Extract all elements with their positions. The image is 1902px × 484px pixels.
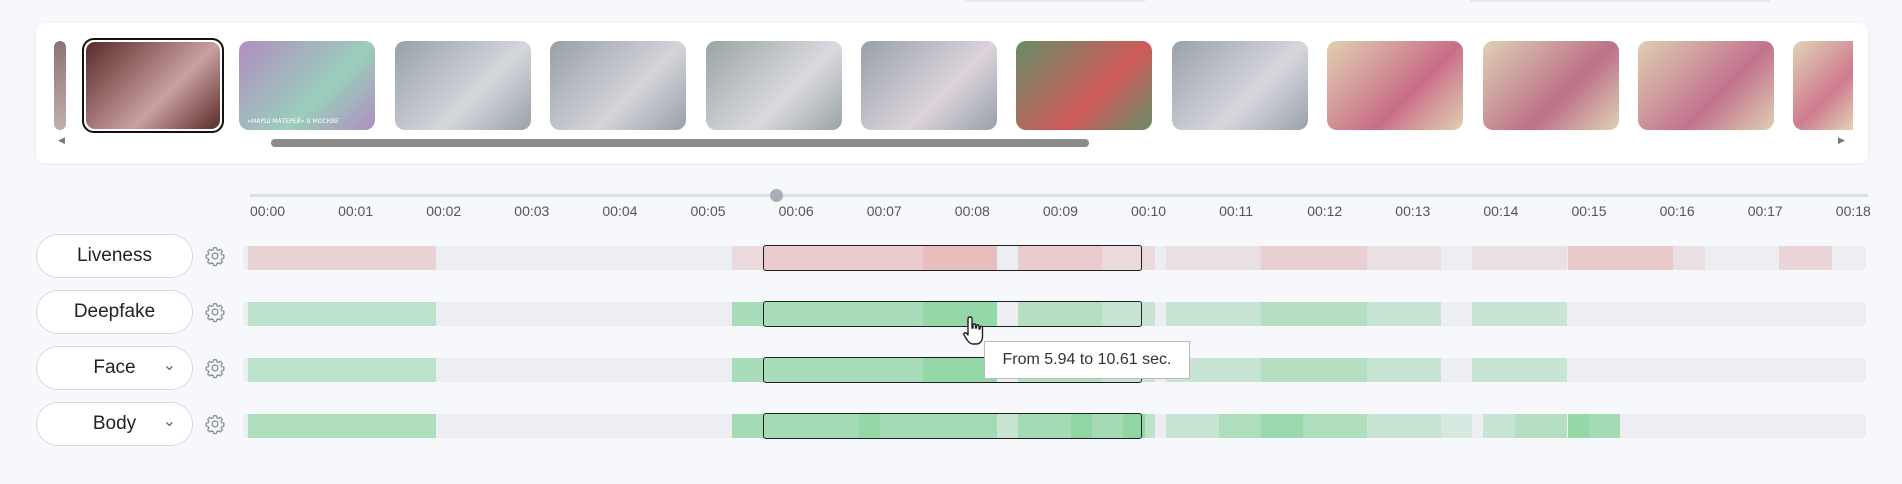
detection-segment[interactable] xyxy=(1366,414,1441,438)
detection-segment[interactable] xyxy=(248,358,437,382)
timeline-tick-label: 00:03 xyxy=(514,203,550,219)
detection-segment[interactable] xyxy=(1260,246,1367,270)
detection-segment[interactable] xyxy=(1567,414,1589,438)
gear-icon[interactable] xyxy=(204,245,226,267)
detection-segment[interactable] xyxy=(1472,302,1568,326)
detection-segment[interactable] xyxy=(1260,358,1367,382)
gear-icon[interactable] xyxy=(204,357,226,379)
timeline-tick-label: 00:00 xyxy=(250,203,286,219)
row-label-body[interactable]: Body ⌄ xyxy=(36,402,193,446)
selected-interval[interactable] xyxy=(763,413,1142,439)
detection-segment[interactable] xyxy=(1482,414,1515,438)
thumbnail-caption: «МАРШ МАТЕРЕЙ» В МОСКВЕ xyxy=(247,118,339,125)
timeline-tick-label: 00:14 xyxy=(1483,203,1519,219)
video-thumbnail[interactable] xyxy=(54,41,66,130)
detection-segment[interactable] xyxy=(1366,246,1441,270)
video-thumbnail[interactable] xyxy=(861,41,997,130)
row-label-text: Deepfake xyxy=(73,301,156,322)
video-thumbnail[interactable]: «МАРШ МАТЕРЕЙ» В МОСКВЕ xyxy=(239,41,376,130)
detection-segment[interactable] xyxy=(1673,246,1705,270)
hand-pointer-icon xyxy=(963,316,984,345)
row-label-text: Face xyxy=(93,357,136,378)
detection-segment[interactable] xyxy=(248,302,437,326)
video-thumbnail[interactable] xyxy=(705,41,842,130)
selection-tooltip: From 5.94 to 10.61 sec. xyxy=(984,341,1190,379)
playhead-handle[interactable] xyxy=(770,189,783,202)
timeline-tick-label: 00:16 xyxy=(1659,203,1695,219)
detection-segment[interactable] xyxy=(1165,246,1261,270)
video-thumbnail[interactable] xyxy=(1638,41,1774,130)
detection-segment[interactable] xyxy=(1366,358,1441,382)
thumbnail-strip[interactable]: «МАРШ МАТЕРЕЙ» В МОСКВЕ ◀ ▶ xyxy=(36,23,1868,163)
detection-segment[interactable] xyxy=(1303,414,1367,438)
detection-segment[interactable] xyxy=(1144,414,1156,438)
timeline-tick-label: 00:07 xyxy=(866,203,902,219)
row-label-face[interactable]: Face ⌄ xyxy=(36,346,193,390)
detection-segment[interactable] xyxy=(248,246,437,270)
chevron-down-icon: ⌄ xyxy=(162,357,176,374)
row-label-deepfake[interactable]: Deepfake xyxy=(36,290,193,334)
video-thumbnail[interactable] xyxy=(394,41,531,130)
timeline-axis[interactable] xyxy=(250,194,1868,197)
detection-segment[interactable] xyxy=(1260,414,1304,438)
row-label-text: Liveness xyxy=(77,245,152,266)
detection-segment[interactable] xyxy=(1165,302,1261,326)
detection-segment[interactable] xyxy=(1218,414,1261,438)
chevron-down-icon: ⌄ xyxy=(162,413,176,430)
selected-thumbnail-frame xyxy=(82,38,224,133)
gear-icon[interactable] xyxy=(204,413,226,435)
selected-interval[interactable] xyxy=(763,245,1142,271)
video-thumbnail[interactable] xyxy=(1327,41,1464,130)
row-label-text: Body xyxy=(92,413,137,434)
row-label-liveness[interactable]: Liveness xyxy=(36,234,193,278)
video-thumbnail[interactable] xyxy=(550,41,687,130)
timeline-tick-label: 00:13 xyxy=(1395,203,1431,219)
selected-interval[interactable] xyxy=(763,301,1142,327)
detection-segment[interactable] xyxy=(1472,246,1568,270)
timeline-tick-label: 00:18 xyxy=(1835,203,1871,219)
detection-segment[interactable] xyxy=(1260,302,1367,326)
video-thumbnail[interactable] xyxy=(1482,41,1619,130)
timeline-tick-label: 00:02 xyxy=(426,203,462,219)
timeline-tick-label: 00:06 xyxy=(778,203,814,219)
detection-segment[interactable] xyxy=(1588,414,1621,438)
gear-icon[interactable] xyxy=(204,301,226,323)
timeline-tick-label: 00:12 xyxy=(1307,203,1343,219)
detection-segment[interactable] xyxy=(1567,246,1674,270)
detection-segment[interactable] xyxy=(1778,246,1832,270)
timeline-tick-label: 00:10 xyxy=(1131,203,1167,219)
video-thumbnail[interactable] xyxy=(1793,41,1854,130)
top-divider xyxy=(1470,0,1770,2)
timeline-tick-label: 00:09 xyxy=(1042,203,1078,219)
triangle-right-icon[interactable]: ▶ xyxy=(1838,135,1845,145)
top-divider xyxy=(965,0,1145,2)
detection-segment[interactable] xyxy=(1472,358,1568,382)
timeline-tick-label: 00:11 xyxy=(1219,203,1254,219)
triangle-left-icon[interactable]: ◀ xyxy=(58,135,65,145)
horizontal-scrollbar[interactable] xyxy=(271,139,1089,147)
detection-segment[interactable] xyxy=(1366,302,1441,326)
timeline-tick-label: 00:01 xyxy=(338,203,374,219)
timeline-tick-label: 00:17 xyxy=(1747,203,1783,219)
timeline-tick-label: 00:05 xyxy=(690,203,726,219)
detection-segment[interactable] xyxy=(1165,414,1219,438)
video-thumbnail[interactable] xyxy=(1171,41,1308,130)
detection-segment[interactable] xyxy=(248,414,437,438)
video-thumbnail[interactable] xyxy=(1016,41,1153,130)
timeline-tick-label: 00:08 xyxy=(954,203,990,219)
detection-segment[interactable] xyxy=(732,246,764,270)
detection-segment[interactable] xyxy=(1514,414,1568,438)
timeline-tick-label: 00:04 xyxy=(602,203,638,219)
timeline-tick-label: 00:15 xyxy=(1571,203,1607,219)
detection-segment[interactable] xyxy=(1440,414,1473,438)
